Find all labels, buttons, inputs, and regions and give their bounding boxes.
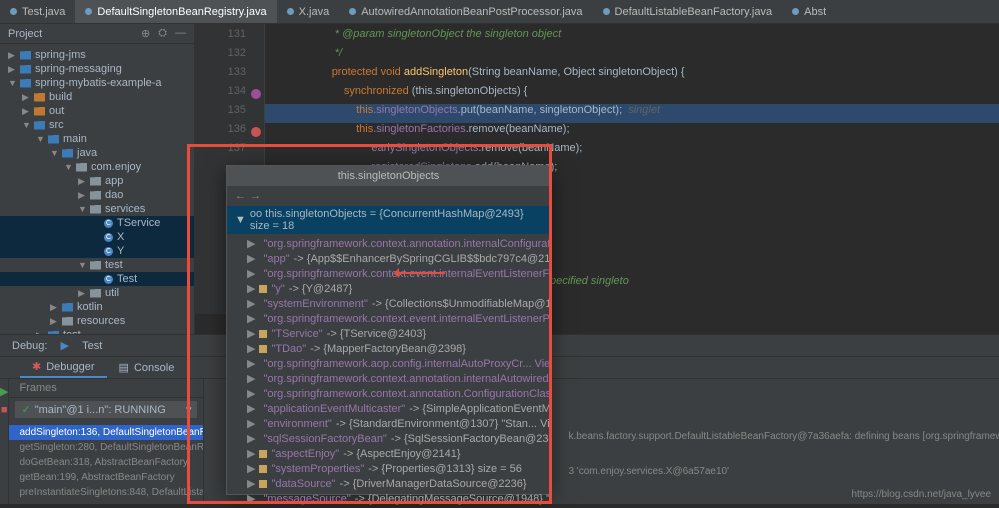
tree-out[interactable]: ▶out [0,104,194,118]
tree-services[interactable]: ▼services [0,202,194,216]
inspector-title: this.singletonObjects [227,166,550,186]
tab-test[interactable]: Test.java [0,0,75,23]
tree-build[interactable]: ▶build [0,90,194,104]
watermark: https://blog.csdn.net/java_lyvee [851,489,991,500]
back-icon[interactable]: ← [235,190,246,202]
tree-kotlin[interactable]: ▶kotlin [0,300,194,314]
inspector-root[interactable]: ▼oo this.singletonObjects = {ConcurrentH… [227,206,550,234]
forward-icon[interactable]: → [250,190,261,202]
tree-resources[interactable]: ▶resources [0,314,194,328]
tree-tservice[interactable]: CTService [0,216,194,230]
inspector-entry[interactable]: ▶ "aspectEnjoy" -> {AspectEnjoy@2141} [227,446,550,461]
inspector-entry[interactable]: ▶ "org.springframework.context.annotatio… [227,371,550,386]
settings-icon[interactable]: ⛭ [158,27,167,40]
tree-main[interactable]: ▼main [0,132,194,146]
stack-frame[interactable]: addSingleton:136, DefaultSingletonBeanRe… [9,425,203,440]
tree-mybatis-example[interactable]: ▼spring-mybatis-example-a [0,76,194,90]
tab-defaultlistable[interactable]: DefaultListableBeanFactory.java [593,0,783,23]
current-line-icon[interactable] [251,127,261,137]
stack-frame[interactable]: getSingleton:280, DefaultSingletonBeanRe… [9,440,203,455]
annotation-arrow [395,272,445,274]
tab-defaultsingleton[interactable]: DefaultSingletonBeanRegistry.java [75,0,276,23]
thread-selector[interactable]: ✓"main"@1 i...n": RUNNING▾ [15,401,197,418]
project-tree[interactable]: ▶spring-jms ▶spring-messaging ▼spring-my… [0,44,194,360]
inspector-entry[interactable]: ▶ "TDao" -> {MapperFactoryBean@2398} [227,341,550,356]
sidebar-title: Project [8,28,42,40]
inspector-entry[interactable]: ▶ "sqlSessionFactoryBean" -> {SqlSession… [227,431,550,446]
tree-util[interactable]: ▶util [0,286,194,300]
rerun-icon[interactable]: ▶ [0,385,8,398]
collapse-icon[interactable]: ⊕ [141,27,150,40]
tree-java[interactable]: ▼java [0,146,194,160]
stack-frame[interactable]: doGetBean:318, AbstractBeanFactory [9,455,203,470]
inspector-entry[interactable]: ▶ "y" -> {Y@2487} [227,281,550,296]
tree-spring-messaging[interactable]: ▶spring-messaging [0,62,194,76]
stack-frame[interactable]: getBean:199, AbstractBeanFactory [9,470,203,485]
debug-tab[interactable]: Debug: ▶ Test [0,335,114,356]
inspector-entry[interactable]: ▶ "org.springframework.aop.config.intern… [227,356,550,371]
inspector-entry[interactable]: ▶ "systemEnvironment" -> {Collections$Un… [227,296,550,311]
stack-frame[interactable]: preInstantiateSingletons:848, DefaultLis… [9,485,203,500]
inspector-nav: ← → [227,186,550,206]
log-line: k.beans.factory.support.DefaultListableB… [564,429,999,444]
console-subtab[interactable]: ▤Console [107,357,187,378]
tree-app[interactable]: ▶app [0,174,194,188]
doc-line: * @param singletonObject the singleton o… [332,28,561,40]
tab-x[interactable]: X.java [277,0,340,23]
tree-spring-jms[interactable]: ▶spring-jms [0,48,194,62]
inspector-entry[interactable]: ▶ "systemProperties" -> {Properties@1313… [227,461,550,476]
doc-line: */ [332,47,342,59]
inspector-entry[interactable]: ▶ "org.springframework.context.event.int… [227,311,550,326]
inspector-entry[interactable]: ▶ "TService" -> {TService@2403} [227,326,550,341]
sidebar-header: Project ⊕ ⛭ — [0,24,194,44]
inspector-entry[interactable]: ▶ "app" -> {App$$EnhancerBySpringCGLIB$$… [227,251,550,266]
tree-test-pkg[interactable]: ▼test [0,258,194,272]
stop-icon[interactable]: ■ [1,404,8,416]
tree-y[interactable]: CY [0,244,194,258]
breakpoint-icon[interactable] [251,89,261,99]
tree-src[interactable]: ▼src [0,118,194,132]
tree-dao[interactable]: ▶dao [0,188,194,202]
log-line: 3 'com.enjoy.services.X@6a57ae10' [564,464,999,479]
inspector-entry[interactable]: ▶ "applicationEventMulticaster" -> {Simp… [227,401,550,416]
hide-icon[interactable]: — [175,27,186,40]
tree-com-enjoy[interactable]: ▼com.enjoy [0,160,194,174]
editor-tabs: Test.java DefaultSingletonBeanRegistry.j… [0,0,999,24]
debugger-subtab[interactable]: ✱Debugger [20,357,107,378]
inspector-entry[interactable]: ▶ "environment" -> {StandardEnvironment@… [227,416,550,431]
variable-inspector[interactable]: this.singletonObjects ← → ▼oo this.singl… [226,165,551,495]
inspector-entry[interactable]: ▶ "org.springframework.context.annotatio… [227,386,550,401]
tree-test-cls[interactable]: CTest [0,272,194,286]
tab-abst[interactable]: Abst [782,0,836,23]
frames-header: Frames [9,379,203,398]
tree-x[interactable]: CX [0,230,194,244]
inspector-entry[interactable]: ▶ "org.springframework.context.annotatio… [227,236,550,251]
inspector-entry[interactable]: ▶ "dataSource" -> {DriverManagerDataSour… [227,476,550,491]
tab-autowired[interactable]: AutowiredAnnotationBeanPostProcessor.jav… [339,0,592,23]
